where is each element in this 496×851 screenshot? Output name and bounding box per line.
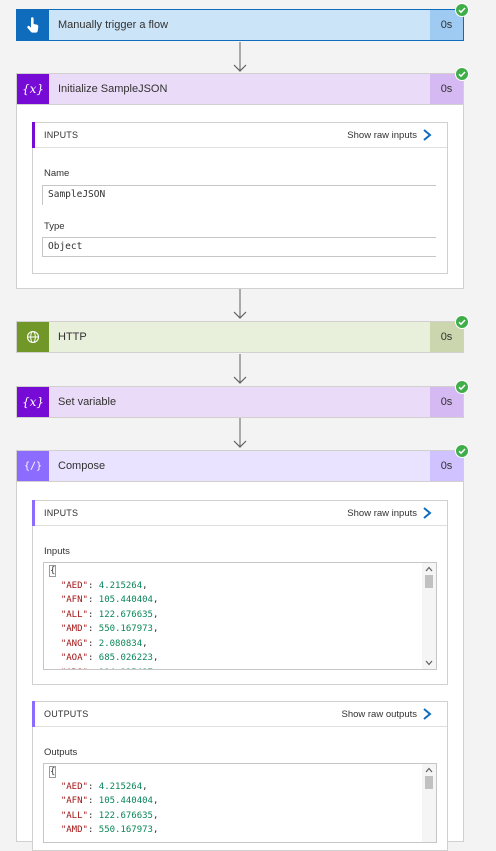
show-raw-inputs-link[interactable]: Show raw inputs	[347, 508, 417, 519]
json-value: 122.676635	[98, 609, 153, 620]
arrow-down-icon	[233, 418, 247, 448]
chevron-right-icon[interactable]	[421, 707, 433, 721]
variable-icon: {x}	[17, 74, 49, 104]
json-key: "ARS"	[61, 668, 88, 670]
json-key: "AFN"	[60, 796, 88, 806]
json-line: "AFN": 105.440404,	[60, 796, 159, 806]
panel-caption: INPUTS	[44, 508, 79, 518]
show-raw-outputs-link[interactable]: Show raw outputs	[341, 709, 417, 720]
scrollbar[interactable]	[422, 764, 436, 842]
json-line: "ALL": 122.676635,	[60, 810, 159, 821]
touch-hand-icon	[17, 10, 49, 40]
step-title: HTTP	[58, 331, 87, 343]
field-label: Inputs	[44, 546, 70, 557]
json-open-brace: {	[48, 565, 57, 577]
chevron-right-icon[interactable]	[421, 506, 433, 520]
panel-header: INPUTS Show raw inputs	[32, 500, 447, 526]
step-manually-trigger[interactable]: Manually trigger a flow 0s	[16, 9, 464, 41]
panel-caption: INPUTS	[44, 130, 79, 140]
step-title: Manually trigger a flow	[58, 19, 169, 31]
step-title: Initialize SampleJSON	[58, 83, 168, 95]
chevron-right-icon[interactable]	[421, 128, 433, 142]
step-set-variable[interactable]: {x} Set variable 0s	[16, 386, 464, 418]
step-title: Compose	[58, 460, 106, 472]
json-value: 105.440404	[98, 796, 153, 806]
json-line: "AOA": 685.026223,	[60, 653, 159, 663]
json-line: "ANG": 2.080834,	[60, 638, 148, 649]
panel-header: OUTPUTS Show raw outputs	[32, 701, 447, 727]
success-check-icon	[455, 444, 469, 458]
scroll-up-icon[interactable]	[425, 767, 433, 773]
field-label: Outputs	[44, 747, 78, 758]
json-value: 685.026223	[98, 653, 153, 663]
step-compose[interactable]: {∕} Compose 0s	[16, 450, 464, 482]
json-line: "AED": 4.215264,	[60, 580, 148, 591]
success-check-icon	[455, 380, 469, 394]
json-key: "AED"	[60, 781, 88, 792]
success-check-icon	[455, 67, 469, 81]
scroll-up-icon[interactable]	[425, 566, 433, 572]
globe-icon	[17, 322, 49, 352]
success-check-icon	[455, 3, 469, 17]
json-value: 550.167973	[98, 624, 153, 634]
json-value: 105.440404	[98, 595, 153, 605]
panel-caption: OUTPUTS	[44, 709, 89, 719]
scroll-thumb[interactable]	[425, 575, 433, 588]
field-label: Type	[44, 221, 65, 232]
json-line: "AMD": 550.167973,	[60, 825, 159, 835]
json-line: "ARS": 114.925487,	[50, 666, 418, 670]
json-key: "ALL"	[60, 810, 88, 821]
json-key: "AMD"	[60, 624, 88, 634]
show-raw-inputs-link[interactable]: Show raw inputs	[347, 130, 417, 141]
json-key: "ANG"	[60, 638, 88, 649]
json-value: 122.676635	[98, 810, 153, 821]
outputs-json-viewer[interactable]: { "AED": 4.215264, "AFN": 105.440404, "A…	[43, 763, 437, 843]
step-title: Set variable	[58, 396, 117, 408]
json-value: 4.215264	[98, 580, 143, 591]
name-field: SampleJSON	[42, 185, 436, 205]
json-line: "AFN": 105.440404,	[60, 595, 159, 605]
scroll-down-icon[interactable]	[425, 660, 433, 666]
step-initialize-samplejson[interactable]: {x} Initialize SampleJSON 0s	[16, 73, 464, 105]
json-open-brace: {	[48, 766, 57, 778]
arrow-down-icon	[233, 42, 247, 72]
json-line: "AMD": 550.167973,	[60, 624, 159, 634]
step-http[interactable]: HTTP 0s	[16, 321, 464, 353]
json-key: "AFN"	[60, 595, 88, 605]
type-field: Object	[42, 237, 436, 257]
json-key: "AED"	[60, 580, 88, 591]
compose-icon: {∕}	[17, 451, 49, 481]
arrow-down-icon	[233, 354, 247, 384]
json-key: "AOA"	[60, 653, 88, 663]
panel-header: INPUTS Show raw inputs	[32, 122, 447, 148]
scrollbar[interactable]	[422, 563, 436, 669]
field-label: Name	[44, 168, 70, 179]
variable-icon: {x}	[17, 387, 49, 417]
scroll-thumb[interactable]	[425, 776, 433, 789]
json-line: "ALL": 122.676635,	[60, 609, 159, 620]
json-key: "ALL"	[60, 609, 88, 620]
json-value: 2.080834	[98, 638, 143, 649]
json-value: 4.215264	[98, 781, 143, 792]
json-line: "AED": 4.215264,	[60, 781, 148, 792]
arrow-down-icon	[233, 289, 247, 319]
inputs-json-viewer[interactable]: { "AED": 4.215264, "AFN": 105.440404, "A…	[43, 562, 437, 670]
success-check-icon	[455, 315, 469, 329]
json-value: 114.925487	[99, 668, 153, 670]
